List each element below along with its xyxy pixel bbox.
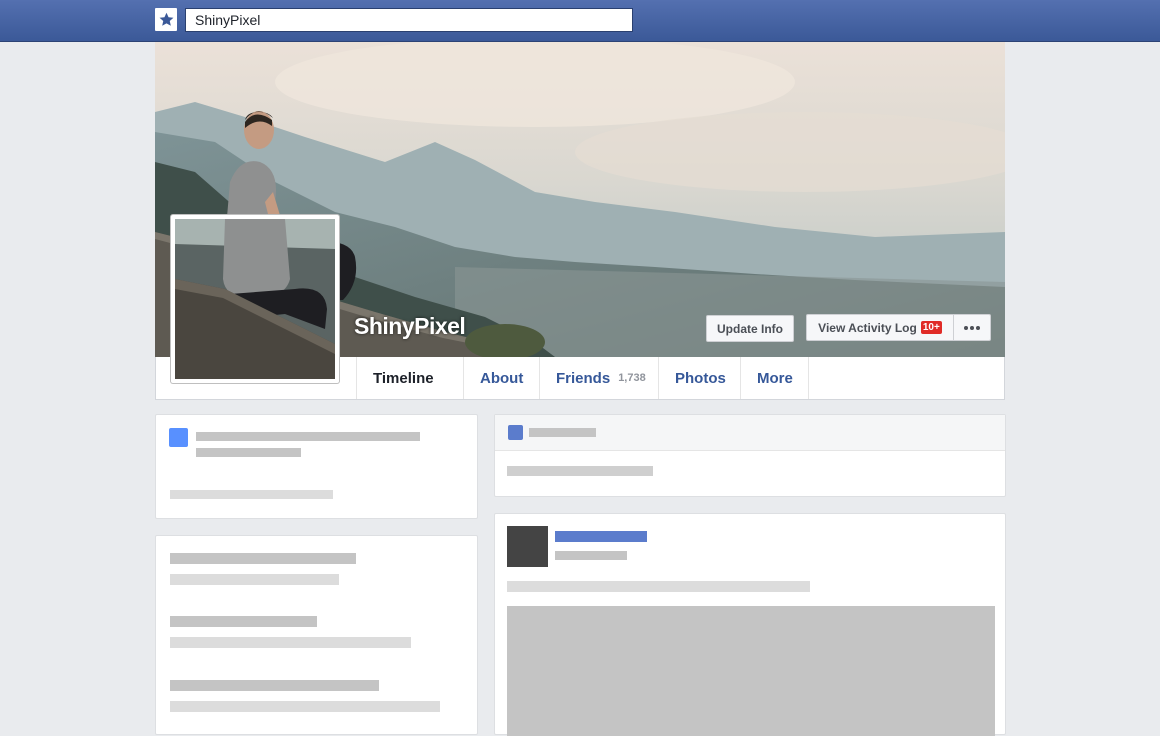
avatar[interactable]	[507, 526, 548, 567]
composer-header	[495, 415, 1005, 451]
tab-more[interactable]: More	[740, 357, 809, 399]
update-info-button[interactable]: Update Info	[706, 315, 794, 342]
placeholder-line	[170, 616, 317, 627]
composer-icon	[508, 425, 523, 440]
tab-about[interactable]: About	[463, 357, 539, 399]
post-text-placeholder	[507, 581, 810, 592]
placeholder-line	[196, 432, 420, 441]
placeholder-line	[170, 637, 411, 648]
friends-count: 1,738	[618, 372, 646, 384]
more-options-button[interactable]	[953, 314, 991, 341]
composer-card[interactable]	[494, 414, 1006, 497]
profile-picture[interactable]	[170, 214, 340, 384]
top-bar	[0, 0, 1160, 42]
composer-input-placeholder[interactable]	[507, 466, 653, 476]
placeholder-line	[170, 680, 379, 691]
tab-friends[interactable]: Friends 1,738	[539, 357, 658, 399]
intro-card	[155, 414, 478, 519]
tab-label: More	[757, 369, 793, 387]
post-image-placeholder[interactable]	[507, 606, 995, 736]
view-activity-log-button[interactable]: View Activity Log 10+	[806, 314, 954, 341]
intro-icon	[169, 428, 188, 447]
placeholder-line	[196, 448, 301, 457]
placeholder-line	[529, 428, 596, 437]
placeholder-line	[170, 701, 440, 712]
post-timestamp-placeholder	[555, 551, 627, 560]
tab-label: About	[480, 369, 524, 387]
star-icon[interactable]	[155, 8, 177, 31]
tab-label: Timeline	[373, 369, 434, 387]
search-input[interactable]	[185, 8, 633, 32]
notification-badge: 10+	[920, 321, 942, 334]
tab-timeline[interactable]: Timeline	[356, 357, 463, 399]
tab-photos[interactable]: Photos	[658, 357, 740, 399]
ellipsis-icon	[964, 325, 980, 330]
post-card	[494, 513, 1006, 736]
profile-tabs: Timeline About Friends 1,738 Photos More	[356, 357, 809, 399]
tab-label: Friends	[556, 369, 611, 387]
placeholder-line	[170, 490, 333, 499]
placeholder-line	[170, 553, 356, 564]
details-card	[155, 535, 478, 735]
activity-log-label: View Activity Log	[818, 320, 917, 335]
post-author-placeholder[interactable]	[555, 531, 647, 542]
placeholder-line	[170, 574, 339, 585]
tab-label: Photos	[675, 369, 726, 387]
profile-name: ShinyPixel	[354, 313, 466, 339]
